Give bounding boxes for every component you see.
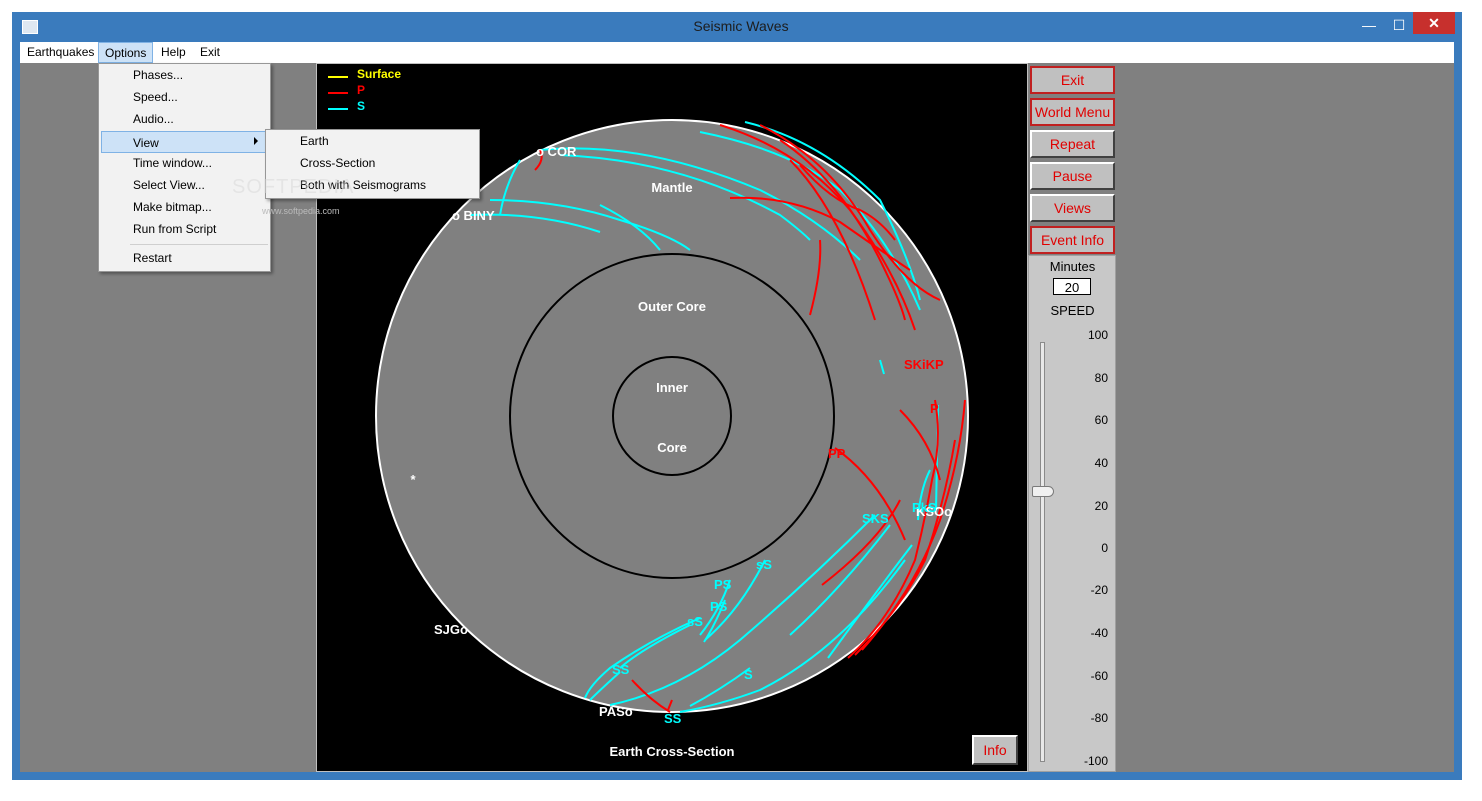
phase-label-sks: SKS [862,511,889,526]
exit-button[interactable]: Exit [1030,66,1115,94]
watermark: SOFTPEDIA [232,176,355,198]
speed-tick: -100 [1083,754,1108,768]
menu-item-run-from-script[interactable]: Run from Script [133,218,216,240]
speed-tick: 40 [1094,456,1108,470]
station-cor: o COR [536,144,577,159]
submenu-item-earth[interactable]: Earth [300,130,329,152]
phase-label-skikp: SKiKP [904,357,944,372]
label-outer-core: Outer Core [638,299,706,314]
views-button[interactable]: Views [1030,194,1115,222]
legend-surface-label: Surface [357,67,401,81]
phase-label-pks: PkS [912,500,937,515]
speed-slider-track[interactable] [1040,342,1045,762]
phase-label-s: S [744,667,753,682]
phase-label-ss-2: SS [664,711,682,726]
speed-tick: -40 [1090,626,1108,640]
menu-item-phases[interactable]: Phases... [133,64,183,86]
phase-label-p: P [930,401,939,416]
phase-label-ss-small-1: sS [756,557,772,572]
submenu-item-cross-section[interactable]: Cross-Section [300,152,375,174]
menu-item-restart[interactable]: Restart [133,247,172,269]
info-button[interactable]: Info [972,735,1018,765]
phase-label-ss-1: SS [612,662,630,677]
speed-tick: 60 [1094,413,1108,427]
menu-item-make-bitmap[interactable]: Make bitmap... [133,196,212,218]
speed-tick: -20 [1090,583,1108,597]
world-menu-button[interactable]: World Menu [1030,98,1115,126]
speed-label: SPEED [1050,303,1095,318]
speed-tick: 0 [1101,541,1108,555]
label-core: Core [657,440,687,455]
watermark-url: www.softpedia.com [262,206,340,216]
label-mantle: Mantle [651,180,692,195]
speed-tick: -80 [1090,711,1108,725]
phase-label-pp: PP [828,446,846,461]
diagram-caption: Earth Cross-Section [610,744,735,759]
legend-p-label: P [357,83,365,97]
menu-item-select-view[interactable]: Select View... [133,174,205,196]
station-biny: o BINY [452,208,495,223]
legend-s-label: S [357,99,365,113]
phase-label-ps-1: PS [714,577,732,592]
label-inner: Inner [656,380,688,395]
event-info-button[interactable]: Event Info [1030,226,1115,254]
menu-item-speed[interactable]: Speed... [133,86,178,108]
submenu-arrow-icon [254,137,258,145]
minutes-label: Minutes [1049,259,1096,274]
speed-tick: 80 [1094,371,1108,385]
repeat-button[interactable]: Repeat [1030,130,1115,158]
speed-tick: -60 [1090,669,1108,683]
speed-tick: 100 [1087,328,1108,342]
phase-label-ps-2: PS [710,599,728,614]
station-sjg: SJGo [434,622,468,637]
phase-label-ss-small-2: sS [687,614,703,629]
station-pas: PASo [599,704,633,719]
pause-button[interactable]: Pause [1030,162,1115,190]
menu-item-view[interactable]: View [101,131,267,153]
minutes-input[interactable]: 20 [1053,278,1091,295]
speed-slider-thumb[interactable] [1032,486,1054,497]
menu-separator [130,244,268,245]
speed-tick: 20 [1094,499,1108,513]
menu-item-time-window[interactable]: Time window... [133,152,212,174]
menu-item-audio[interactable]: Audio... [133,108,174,130]
